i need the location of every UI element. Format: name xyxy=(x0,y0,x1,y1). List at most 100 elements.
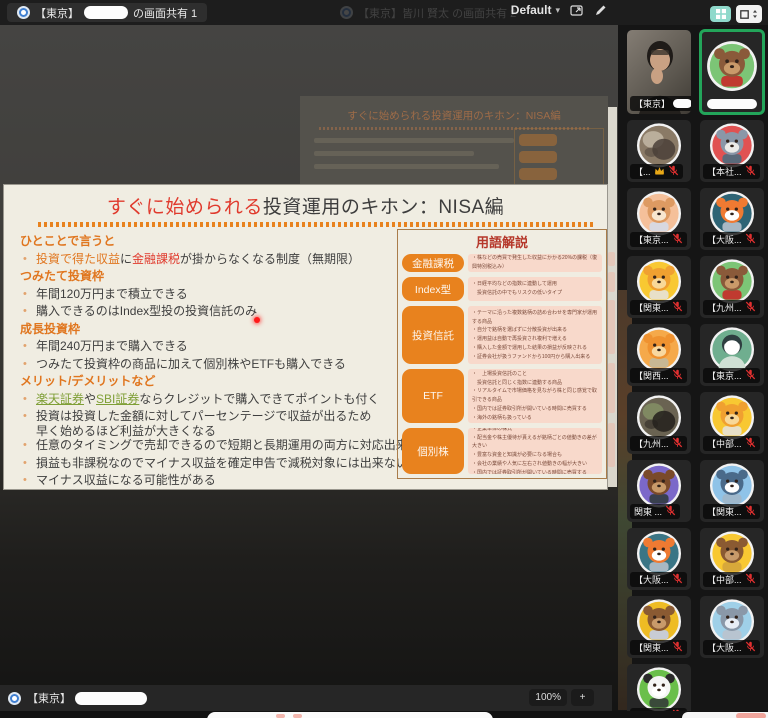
ghost-text-bar xyxy=(314,164,499,169)
section-heading: つみたて投資枠 xyxy=(20,268,402,286)
participant-tile[interactable]: 【大阪... xyxy=(700,596,764,658)
participant-tile[interactable]: 【中部... xyxy=(700,528,764,590)
mic-muted-icon xyxy=(745,437,756,450)
ghost-text-bar xyxy=(314,138,514,143)
vocab-term-button: 投資信託 xyxy=(402,306,464,364)
participant-name-label: 【関東... xyxy=(703,504,760,519)
mic-muted-icon xyxy=(745,301,756,314)
vocab-row: 投資信託・テーマに沿った複数銘柄の詰め合わせを専門家が運用する商品・自分で銘柄を… xyxy=(402,306,602,364)
participant-name-label: 【大阪... xyxy=(630,572,687,587)
gallery-grid-button[interactable] xyxy=(710,6,731,22)
bullet-item: •年間120万円まで積立できる xyxy=(20,286,402,304)
participants-sidebar: 【東京】 【... 【本社... xyxy=(618,0,768,718)
zoom-in-button[interactable]: + xyxy=(571,689,594,706)
share-tab-2-label: 【東京】皆川 賢太 の画面共有 2 xyxy=(358,5,516,21)
leave-button-edge[interactable] xyxy=(736,713,766,718)
vocab-term-button: 個別株 xyxy=(402,428,464,474)
mic-muted-icon xyxy=(745,369,756,382)
bullet-item: •任意のタイミングで売却できるので短期と長期運用の両方に対応出来る xyxy=(20,437,402,455)
vocab-description: ・テーマに沿った複数銘柄の詰め合わせを専門家が運用する商品・自分で銘柄を選ばずに… xyxy=(468,306,602,364)
vocab-row: Index型・日経平均などの指数に連動して運用 投資信託の中でもリスクの低いタイ… xyxy=(402,277,602,301)
bullet-item: •マイナス収益になる可能性がある xyxy=(20,472,402,490)
participant-tile[interactable]: 【中部... xyxy=(700,392,764,454)
participant-tile[interactable]: 【東京... xyxy=(627,188,691,250)
redacted-name xyxy=(673,99,691,108)
vocab-description: ・企業単体の株式・配当金や株主優待が貰えるが銘柄ごとの値動きの差が大きい・豊富な… xyxy=(468,428,602,474)
participant-tile[interactable]: 【本社... xyxy=(700,120,764,182)
vocab-term-button: ETF xyxy=(402,369,464,423)
participant-tile[interactable]: 【九州... xyxy=(627,392,691,454)
participant-tile[interactable]: 【大阪... xyxy=(700,188,764,250)
participant-name-label: 【東京... xyxy=(703,368,760,383)
zoom-level-button[interactable]: 100% xyxy=(529,689,567,706)
participant-tile[interactable]: 【関東... xyxy=(700,460,764,522)
redacted-name xyxy=(707,99,757,109)
share-tab-1-suffix: の画面共有 1 xyxy=(133,5,197,21)
mic-muted-icon xyxy=(668,165,679,178)
participant-name-label: 【大阪... xyxy=(703,640,760,655)
mic-muted-icon xyxy=(672,641,683,654)
redacted-name xyxy=(75,692,147,705)
screen-share-viewport[interactable]: すぐに始められる投資運用のキホン：NISA編 すぐに始められる投資運用のキホン：… xyxy=(0,25,618,711)
bullet-item: •年間240万円まで購入できる xyxy=(20,338,402,356)
dotted-rule xyxy=(38,222,594,227)
participant-tile[interactable]: 【東京... xyxy=(627,664,691,718)
sharer-name: 【東京】 xyxy=(27,690,71,706)
participant-name-label: 【本社... xyxy=(703,164,760,179)
section-heading: 成長投資枠 xyxy=(20,321,402,339)
bullet-item: • 楽天証券やSBI証券ならクレジットで購入できてポイントも付く xyxy=(20,391,402,409)
monkey-avatar xyxy=(706,40,758,97)
participant-name-label: 【東京... xyxy=(630,232,687,247)
share-source-icon xyxy=(8,692,21,705)
participant-tile[interactable] xyxy=(700,30,764,114)
participant-tile[interactable]: 【関東... xyxy=(627,256,691,318)
share-tab-1[interactable]: 【東京】 の画面共有 1 xyxy=(7,3,207,22)
participant-name-label: 【中部... xyxy=(703,436,760,451)
share-source-icon xyxy=(17,6,30,19)
participant-name-label: 【東京】 xyxy=(630,96,691,111)
mic-muted-icon xyxy=(745,165,756,178)
share-tab-2[interactable]: 【東京】皆川 賢太 の画面共有 2 xyxy=(340,4,516,21)
mic-muted-icon xyxy=(665,505,676,518)
share-source-icon xyxy=(340,6,353,19)
ghost-text-bar xyxy=(314,151,474,156)
toolbar-edge-right[interactable] xyxy=(682,712,768,718)
participant-tile[interactable]: 【... xyxy=(627,120,691,182)
share-tab-1-prefix: 【東京】 xyxy=(35,5,79,21)
section-heading: メリット/デメリットなど xyxy=(20,373,402,391)
participant-name-label: 【九州... xyxy=(630,436,687,451)
participant-name-label: 関東 ... xyxy=(630,504,680,519)
participant-name-label: 【関西... xyxy=(630,368,687,383)
annotate-pen-icon[interactable] xyxy=(593,3,608,17)
meeting-window: すぐに始められる投資運用のキホン：NISA編 すぐに始められる投資運用のキホン：… xyxy=(0,0,768,718)
host-crown-icon xyxy=(654,166,665,177)
view-default-dropdown[interactable]: Default▾ xyxy=(511,3,560,17)
mic-muted-icon xyxy=(672,301,683,314)
laser-pointer-dot xyxy=(254,317,260,323)
mic-muted-icon xyxy=(672,437,683,450)
participant-tile[interactable]: 【東京】 xyxy=(627,30,691,114)
vocab-term-button: Index型 xyxy=(402,277,464,301)
mic-muted-icon xyxy=(745,573,756,586)
participant-name-label: 【関東... xyxy=(630,300,687,315)
participant-tile[interactable]: 【関西... xyxy=(627,324,691,386)
vocab-row: 金融課税・株などの売買で発生した収益にかかる20%の課税（復興特別税込み） xyxy=(402,254,602,272)
vocab-row: 個別株・企業単体の株式・配当金や株主優待が貰えるが銘柄ごとの値動きの差が大きい・… xyxy=(402,428,602,474)
section-heading: ひとことで言うと xyxy=(20,233,402,251)
view-layout-button[interactable] xyxy=(736,5,762,23)
participant-tile[interactable]: 【九州... xyxy=(700,256,764,318)
participant-tile[interactable]: 【大阪... xyxy=(627,528,691,590)
participant-tile[interactable]: 【東京... xyxy=(700,324,764,386)
participant-name-label: 【大阪... xyxy=(703,232,760,247)
vocab-description: ・株などの売買で発生した収益にかかる20%の課税（復興特別税込み） xyxy=(468,254,602,272)
redacted-name xyxy=(84,6,128,19)
popout-icon[interactable] xyxy=(569,3,584,17)
chevron-down-icon: ▾ xyxy=(555,5,560,16)
vocab-panel: 用語解説 金融課税・株などの売買で発生した収益にかかる20%の課税（復興特別税込… xyxy=(397,229,607,479)
sbi-link[interactable]: SBI証券 xyxy=(96,392,139,406)
participant-tile[interactable]: 【関東... xyxy=(627,596,691,658)
meeting-toolbar-edge[interactable] xyxy=(207,712,493,718)
bullet-item: • 投資は投資した金額に対してパーセンテージで収益が出るため早く始めるほど利益が… xyxy=(20,408,402,437)
rakuten-link[interactable]: 楽天証券 xyxy=(36,392,84,406)
participant-tile[interactable]: 関東 ... xyxy=(627,460,691,522)
